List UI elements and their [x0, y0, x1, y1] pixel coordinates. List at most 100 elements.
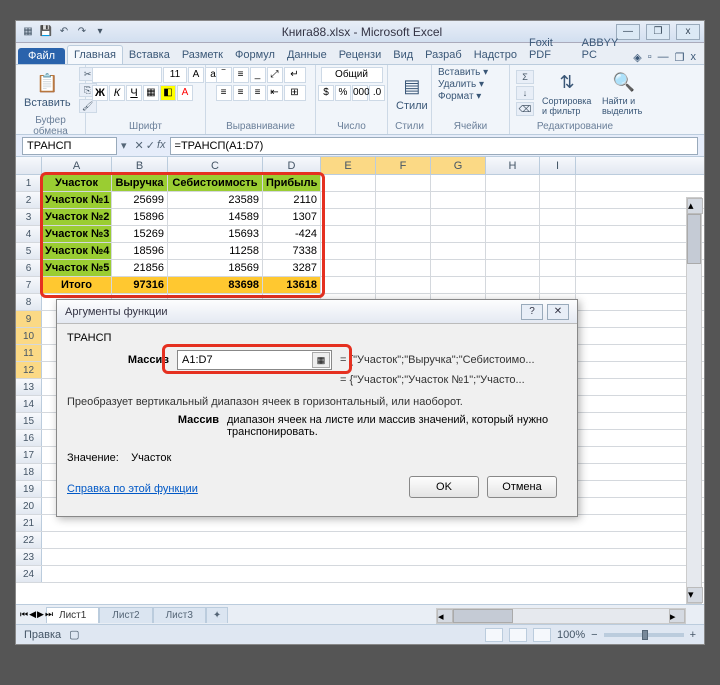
tab-abbyy[interactable]: ABBYY PC: [576, 34, 634, 64]
row-header[interactable]: 12: [16, 362, 42, 378]
page-layout-view-icon[interactable]: [509, 628, 527, 642]
range-picker-icon[interactable]: ▦: [312, 352, 330, 368]
find-select-button[interactable]: 🔍 Найти и выделить: [600, 68, 648, 118]
cell[interactable]: [540, 175, 576, 191]
new-sheet-icon[interactable]: ✦: [206, 607, 228, 623]
align-top-icon[interactable]: ‾: [216, 67, 232, 83]
tab-addins[interactable]: Надстро: [468, 46, 523, 64]
sheet-nav-next-icon[interactable]: ▶: [37, 609, 44, 620]
fx-icon[interactable]: fx: [157, 139, 166, 152]
cell[interactable]: 3287: [263, 260, 321, 276]
cell[interactable]: Выручка: [112, 175, 168, 191]
cell[interactable]: Прибыль: [263, 175, 321, 191]
cell[interactable]: Участок: [42, 175, 112, 191]
cell[interactable]: [486, 243, 540, 259]
select-all-corner[interactable]: [16, 157, 42, 174]
row-header[interactable]: 6: [16, 260, 42, 276]
cell[interactable]: [540, 277, 576, 293]
cell[interactable]: Участок №5: [42, 260, 112, 276]
dialog-titlebar[interactable]: Аргументы функции ? ✕: [57, 300, 577, 324]
cell[interactable]: [431, 175, 486, 191]
cells-delete-button[interactable]: Удалить ▾: [438, 79, 484, 90]
cell[interactable]: Участок №2: [42, 209, 112, 225]
save-icon[interactable]: 💾: [38, 24, 54, 40]
row-header[interactable]: 1: [16, 175, 42, 191]
tab-home[interactable]: Главная: [67, 45, 123, 64]
row-header[interactable]: 24: [16, 566, 42, 582]
cell[interactable]: [540, 226, 576, 242]
paste-button[interactable]: 📋 Вставить: [22, 69, 73, 111]
autosum-icon[interactable]: Σ: [516, 70, 534, 84]
macro-record-icon[interactable]: ▢: [69, 628, 79, 641]
tab-data[interactable]: Данные: [281, 46, 333, 64]
cell[interactable]: [321, 260, 376, 276]
merge-icon[interactable]: ⊞: [284, 85, 306, 101]
cell[interactable]: 15896: [112, 209, 168, 225]
cancel-formula-icon[interactable]: ✕: [135, 139, 144, 152]
cell[interactable]: [431, 192, 486, 208]
clear-icon[interactable]: ⌫: [516, 102, 534, 116]
font-family-select[interactable]: [92, 67, 162, 83]
cell[interactable]: [540, 260, 576, 276]
cell[interactable]: [376, 175, 431, 191]
row-header[interactable]: 21: [16, 515, 42, 531]
doc-max-icon[interactable]: ❐: [675, 51, 685, 64]
cancel-button[interactable]: Отмена: [487, 476, 557, 498]
wrap-text-icon[interactable]: ↵: [284, 67, 306, 83]
sheet-nav-last-icon[interactable]: ⏭: [45, 609, 53, 620]
col-header-c[interactable]: C: [168, 157, 263, 174]
sheet-tab-3[interactable]: Лист3: [153, 607, 206, 623]
col-header-h[interactable]: H: [486, 157, 540, 174]
tab-file[interactable]: Файл: [18, 48, 65, 64]
ok-button[interactable]: OK: [409, 476, 479, 498]
cell[interactable]: [376, 226, 431, 242]
doc-close-icon[interactable]: x: [691, 51, 697, 64]
col-header-b[interactable]: B: [112, 157, 168, 174]
row-header[interactable]: 14: [16, 396, 42, 412]
dialog-help-button[interactable]: ?: [521, 304, 543, 320]
cell[interactable]: [376, 243, 431, 259]
cell[interactable]: [376, 209, 431, 225]
dialog-close-button[interactable]: ✕: [547, 304, 569, 320]
row-header[interactable]: 13: [16, 379, 42, 395]
cell[interactable]: [431, 209, 486, 225]
undo-icon[interactable]: ↶: [56, 24, 72, 40]
cell[interactable]: [321, 243, 376, 259]
enter-formula-icon[interactable]: ✓: [146, 139, 155, 152]
font-size-select[interactable]: 11: [163, 67, 187, 83]
cell[interactable]: [431, 243, 486, 259]
col-header-a[interactable]: A: [42, 157, 112, 174]
cell[interactable]: [321, 277, 376, 293]
cell[interactable]: 7338: [263, 243, 321, 259]
currency-icon[interactable]: $: [318, 85, 334, 101]
row-header[interactable]: 18: [16, 464, 42, 480]
bold-icon[interactable]: Ж: [92, 85, 108, 101]
sheet-tab-2[interactable]: Лист2: [99, 607, 152, 623]
close-button[interactable]: x: [676, 24, 700, 40]
zoom-out-icon[interactable]: −: [591, 629, 597, 641]
font-color-icon[interactable]: A: [177, 85, 193, 101]
italic-icon[interactable]: К: [109, 85, 125, 101]
tab-review[interactable]: Рецензи: [333, 46, 388, 64]
cells-insert-button[interactable]: Вставить ▾: [438, 67, 488, 78]
row-header[interactable]: 23: [16, 549, 42, 565]
scroll-left-icon[interactable]: ◂: [437, 609, 453, 623]
percent-icon[interactable]: %: [335, 85, 351, 101]
tab-layout[interactable]: Разметк: [176, 46, 229, 64]
cell[interactable]: Участок №3: [42, 226, 112, 242]
col-header-e[interactable]: E: [321, 157, 376, 174]
cell[interactable]: 18596: [112, 243, 168, 259]
cell[interactable]: Участок №1: [42, 192, 112, 208]
cell[interactable]: [540, 209, 576, 225]
comma-icon[interactable]: 000: [352, 85, 368, 101]
cell[interactable]: 11258: [168, 243, 263, 259]
sheet-nav-first-icon[interactable]: ⏮: [20, 609, 28, 620]
namebox-dropdown-icon[interactable]: ▾: [117, 139, 131, 152]
scroll-thumb[interactable]: [687, 214, 701, 264]
increase-decimal-icon[interactable]: .0: [369, 85, 385, 101]
vertical-scrollbar[interactable]: ▴ ▾: [686, 197, 702, 604]
tab-formulas[interactable]: Формул: [229, 46, 281, 64]
cell[interactable]: [376, 277, 431, 293]
row-header[interactable]: 8: [16, 294, 42, 310]
name-box[interactable]: ТРАНСП: [22, 137, 117, 155]
